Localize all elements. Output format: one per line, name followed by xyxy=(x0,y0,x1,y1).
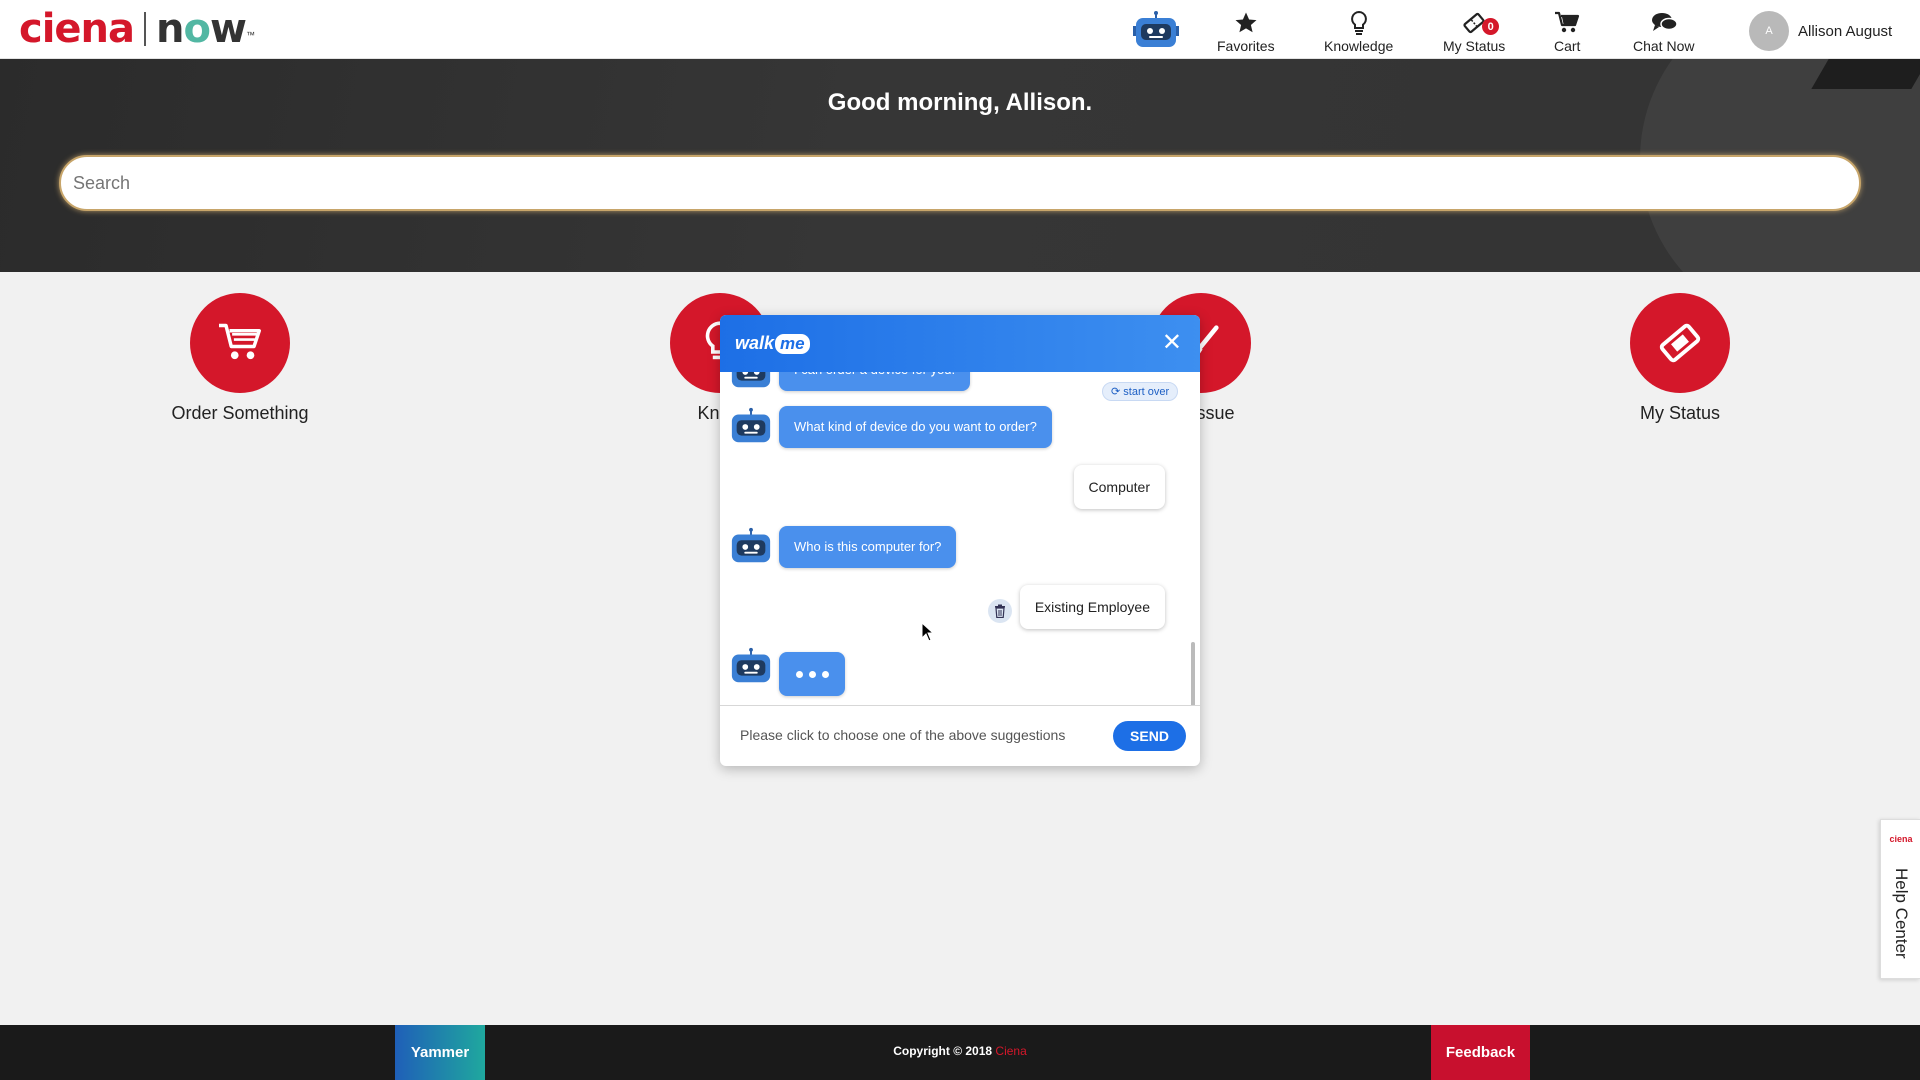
nav-favorites[interactable]: Favorites xyxy=(1217,10,1275,54)
logo-product: now xyxy=(156,6,247,52)
page-footer: Yammer Copyright © 2018 Ciena Feedback xyxy=(0,1025,1920,1080)
mouse-cursor-icon xyxy=(921,622,935,642)
robot-icon xyxy=(731,407,771,443)
feedback-button[interactable]: Feedback xyxy=(1431,1025,1530,1080)
tile-my-status[interactable]: My Status xyxy=(1570,293,1790,424)
help-center-label: Help Center xyxy=(1892,868,1911,959)
greeting-title: Good morning, Allison. xyxy=(827,89,1093,116)
help-center-tab[interactable]: ciena Help Center xyxy=(1880,819,1920,979)
cart-icon xyxy=(1555,11,1580,33)
walkme-chat-dialog: walkme ✕ I can order a device for you. ⟳… xyxy=(720,315,1200,766)
tile-order-label: Order Something xyxy=(171,403,309,423)
nav-my-status-label: My Status xyxy=(1443,38,1506,54)
send-button[interactable]: SEND xyxy=(1113,721,1186,751)
hero-decoration-stripe xyxy=(1811,59,1920,89)
robot-icon xyxy=(731,527,771,563)
ticket-icon xyxy=(1659,323,1701,363)
start-over-button[interactable]: ⟳ start over xyxy=(1102,382,1179,401)
search-input[interactable] xyxy=(59,155,1861,211)
help-center-logo: ciena xyxy=(1889,834,1913,844)
suggestion-prompt: Please click to choose one of the above … xyxy=(740,727,1066,743)
bot-message: What kind of device do you want to order… xyxy=(779,406,1052,448)
avatar: A xyxy=(1749,11,1789,51)
cart-icon xyxy=(219,323,261,360)
copyright: Copyright © 2018 Ciena xyxy=(893,1044,1027,1058)
user-name: Allison August xyxy=(1798,22,1893,40)
nav-knowledge-label: Knowledge xyxy=(1324,38,1394,54)
robot-icon xyxy=(731,372,771,388)
chat-scrollbar[interactable] xyxy=(1191,642,1195,705)
user-menu[interactable]: A Allison August xyxy=(1749,11,1892,51)
nav-cart[interactable]: Cart xyxy=(1554,10,1580,54)
lightbulb-icon xyxy=(1350,10,1367,35)
robot-icon[interactable] xyxy=(1133,11,1179,49)
robot-icon xyxy=(731,647,771,683)
ciena-now-logo[interactable]: ciena now ™ xyxy=(19,6,255,52)
top-header: ciena now ™ Favorites Knowledge 0 My Sta… xyxy=(0,0,1920,59)
logo-divider xyxy=(144,12,147,46)
close-icon[interactable]: ✕ xyxy=(1162,331,1182,355)
nav-chat-now-label: Chat Now xyxy=(1633,38,1695,54)
logo-trademark: ™ xyxy=(245,30,255,40)
nav-knowledge[interactable]: Knowledge xyxy=(1324,10,1393,54)
typing-indicator xyxy=(779,652,845,696)
star-icon xyxy=(1235,12,1257,33)
trash-icon xyxy=(995,604,1005,618)
nav-cart-label: Cart xyxy=(1554,38,1581,54)
tile-order-circle xyxy=(190,293,290,393)
user-message: Computer xyxy=(1073,465,1165,509)
status-badge: 0 xyxy=(1482,18,1500,35)
tile-order-something[interactable]: Order Something xyxy=(130,293,350,424)
chat-icon xyxy=(1651,13,1678,31)
tile-status-label: My Status xyxy=(1639,403,1721,423)
bot-message: Who is this computer for? xyxy=(779,526,957,568)
copyright-brand-link[interactable]: Ciena xyxy=(995,1044,1026,1058)
nav-chat-now[interactable]: Chat Now xyxy=(1633,10,1694,54)
bot-message: I can order a device for you. xyxy=(779,372,971,391)
tile-status-circle xyxy=(1630,293,1730,393)
nav-my-status[interactable]: 0 My Status xyxy=(1443,10,1505,54)
walkme-logo: walk me xyxy=(735,333,810,354)
chat-header: walk me ✕ xyxy=(720,315,1200,372)
delete-answer-button[interactable] xyxy=(988,599,1012,623)
user-message: Existing Employee xyxy=(1019,585,1165,629)
hero-banner: Good morning, Allison. xyxy=(0,59,1920,272)
logo-brand: ciena xyxy=(19,6,135,52)
chat-messages[interactable]: I can order a device for you. ⟳ start ov… xyxy=(720,372,1200,705)
nav-favorites-label: Favorites xyxy=(1217,38,1275,54)
chat-footer: Please click to choose one of the above … xyxy=(720,705,1200,766)
